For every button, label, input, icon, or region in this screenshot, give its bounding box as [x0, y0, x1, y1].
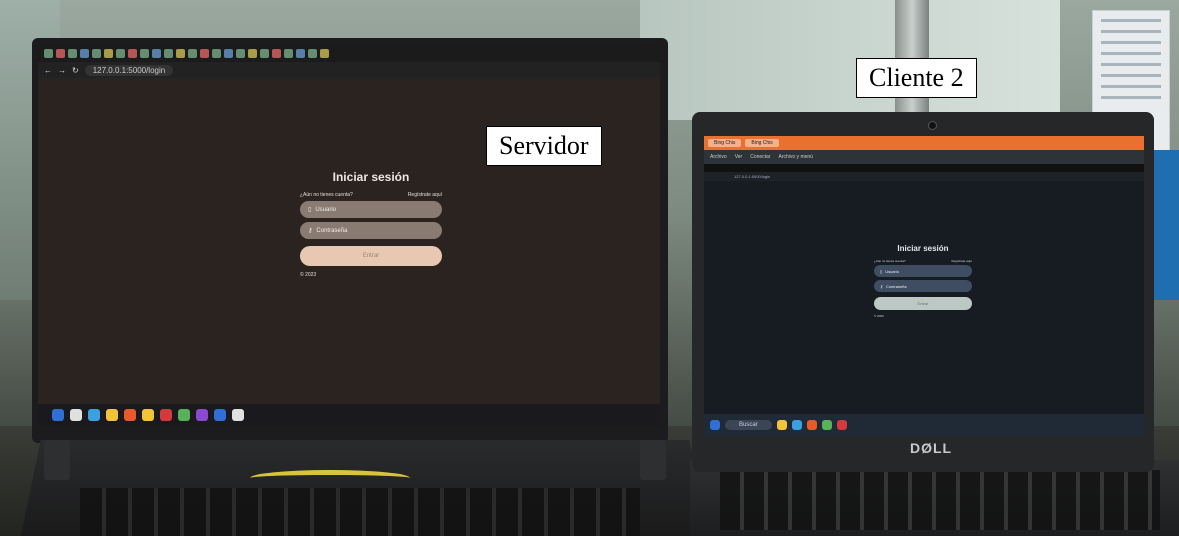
search-input[interactable]: Buscar [725, 420, 772, 430]
login-button[interactable]: Entrar [874, 297, 972, 310]
server-screen: ← → ↻ 127.0.0.1:5000/login Iniciar sesió… [38, 44, 660, 426]
username-field[interactable]: ▯ Usuario [874, 265, 972, 277]
folder-icon[interactable] [776, 420, 787, 430]
key-icon: ⚷ [308, 228, 313, 234]
client-taskbar: Buscar [704, 414, 1144, 436]
username-placeholder: Usuario [315, 206, 336, 213]
client-keyboard [720, 470, 1160, 530]
server-url[interactable]: 127.0.0.1:5000/login [84, 64, 174, 76]
server-label: Servidor [486, 126, 602, 166]
footer-copyright: © 2023 [874, 314, 884, 318]
taskview-icon[interactable] [88, 409, 100, 421]
search-icon[interactable] [70, 409, 82, 421]
hinge-left [44, 440, 70, 480]
username-placeholder: Usuario [885, 268, 899, 274]
no-account-text: ¿Aún no tienes cuenta? [874, 259, 906, 263]
client-tab-2[interactable]: Bing Chis [745, 139, 779, 147]
window-background [640, 0, 1060, 120]
no-account-text: ¿Aún no tienes cuenta? [300, 192, 353, 198]
chrome-icon[interactable] [142, 409, 154, 421]
register-link[interactable]: Regístrate aquí [951, 259, 972, 263]
user-icon: ▯ [308, 207, 312, 213]
client-screen: Bing Chis Bing Chis Archivo Ver Conectar… [704, 136, 1144, 436]
webcam-icon [928, 121, 937, 130]
back-icon[interactable]: ← [44, 66, 52, 75]
menu-item[interactable]: Ver [735, 154, 743, 160]
start-icon[interactable] [52, 409, 64, 421]
password-placeholder: Contraseña [316, 227, 348, 234]
hinge-right [640, 440, 666, 480]
app-icon[interactable] [160, 409, 172, 421]
password-placeholder: Contraseña [885, 283, 907, 289]
yellow-cable [250, 470, 410, 486]
username-field[interactable]: ▯ Usuario [300, 201, 442, 218]
start-icon[interactable] [710, 420, 720, 430]
password-field[interactable]: ⚷ Contraseña [874, 280, 972, 292]
register-link[interactable]: Regístrate aquí [408, 192, 442, 198]
password-field[interactable]: ⚷ Contraseña [300, 222, 442, 239]
app-icon[interactable] [178, 409, 190, 421]
login-title: Iniciar sesión [897, 244, 949, 253]
client-label: Cliente 2 [856, 58, 977, 98]
folder-icon[interactable] [106, 409, 118, 421]
menu-item[interactable]: Archivo y menú [779, 154, 813, 160]
vscode-icon[interactable] [214, 409, 226, 421]
server-taskbar [38, 404, 660, 426]
client-login-form: Iniciar sesión ¿Aún no tienes cuenta? Re… [874, 244, 972, 318]
server-address-bar: ← → ↻ 127.0.0.1:5000/login [38, 62, 660, 78]
forward-icon[interactable]: → [58, 66, 66, 75]
app-icon[interactable] [806, 420, 817, 430]
opera-icon[interactable] [124, 409, 136, 421]
app-icon[interactable] [232, 409, 244, 421]
remote-address-bar: 127.0.0.1:5000/login [704, 172, 1144, 181]
app-icon[interactable] [821, 420, 832, 430]
menu-item[interactable]: Archivo [710, 154, 727, 160]
brand-logo: DØLL [910, 440, 953, 456]
key-icon: ⚷ [880, 283, 883, 289]
login-button[interactable]: Entrar [300, 246, 442, 266]
server-keyboard [80, 488, 640, 536]
app-icon[interactable] [196, 409, 208, 421]
footer-copyright: © 2023 [300, 272, 317, 278]
edge-icon[interactable] [791, 420, 802, 430]
login-title: Iniciar sesión [332, 170, 410, 184]
remote-tab-strip [704, 164, 1144, 172]
client-tab-strip: Bing Chis Bing Chis [704, 136, 1144, 150]
server-tab-strip[interactable] [38, 44, 660, 62]
server-login-form: Iniciar sesión ¿Aún no tienes cuenta? Re… [300, 170, 442, 278]
user-icon: ▯ [880, 268, 883, 274]
client-url[interactable]: 127.0.0.1:5000/login [734, 174, 770, 179]
client-menu-bar: Archivo Ver Conectar Archivo y menú [704, 150, 1144, 164]
app-icon[interactable] [836, 420, 847, 430]
client-tab[interactable]: Bing Chis [708, 139, 742, 147]
menu-item[interactable]: Conectar [750, 154, 770, 160]
reload-icon[interactable]: ↻ [72, 66, 79, 75]
